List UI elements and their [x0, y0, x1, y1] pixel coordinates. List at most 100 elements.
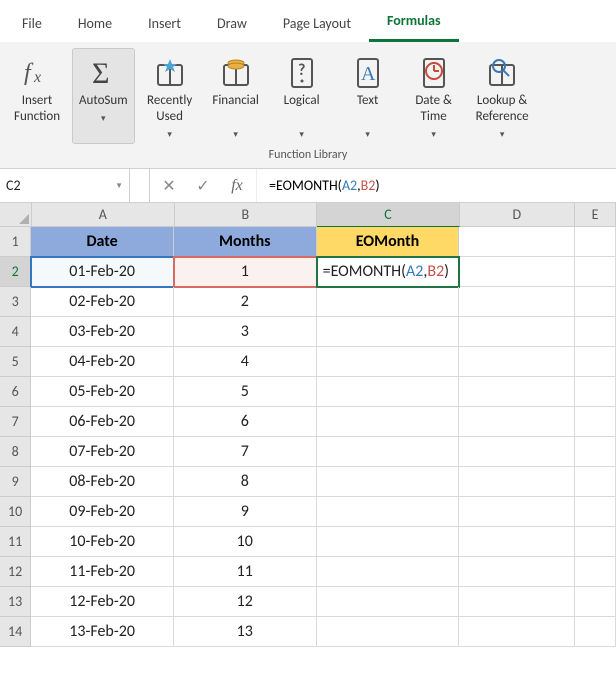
cell[interactable] — [317, 467, 460, 497]
cell[interactable] — [575, 527, 616, 557]
cell[interactable] — [459, 347, 574, 377]
row-header[interactable]: 3 — [0, 287, 31, 317]
cell[interactable] — [317, 317, 460, 347]
cell[interactable] — [575, 587, 616, 617]
cell[interactable]: 11-Feb-20 — [31, 557, 174, 587]
cell[interactable] — [459, 437, 574, 467]
cell[interactable] — [317, 587, 460, 617]
enter-formula-button[interactable]: ✓ — [186, 169, 220, 203]
cell[interactable]: 08-Feb-20 — [31, 467, 174, 497]
col-header-b[interactable]: B — [175, 203, 318, 227]
cell[interactable] — [575, 467, 616, 497]
cell[interactable] — [575, 407, 616, 437]
fx-button[interactable]: fx — [220, 169, 254, 203]
tab-insert[interactable]: Insert — [130, 7, 199, 42]
cell[interactable] — [459, 377, 574, 407]
cell[interactable] — [459, 467, 574, 497]
cell[interactable] — [575, 377, 616, 407]
cell[interactable]: 10-Feb-20 — [31, 527, 174, 557]
name-box[interactable]: C2 ▼ — [0, 169, 130, 202]
tab-home[interactable]: Home — [60, 7, 130, 42]
row-header[interactable]: 5 — [0, 347, 31, 377]
cell[interactable]: 12 — [174, 587, 317, 617]
lookup-reference-button[interactable]: Lookup & Reference ▾ — [469, 48, 536, 144]
cell[interactable] — [459, 227, 574, 257]
cell[interactable]: 10 — [174, 527, 317, 557]
col-header-c[interactable]: C — [317, 203, 460, 227]
cell[interactable] — [317, 347, 460, 377]
row-header[interactable]: 1 — [0, 227, 31, 257]
tab-draw[interactable]: Draw — [199, 7, 265, 42]
date-time-button[interactable]: Date & Time ▾ — [403, 48, 465, 144]
insert-function-button[interactable]: fx Insert Function — [6, 48, 68, 144]
col-header-a[interactable]: A — [32, 203, 175, 227]
cell[interactable]: 3 — [174, 317, 317, 347]
cell[interactable]: 04-Feb-20 — [31, 347, 174, 377]
cell[interactable]: 06-Feb-20 — [31, 407, 174, 437]
row-header[interactable]: 9 — [0, 467, 31, 497]
row-header[interactable]: 6 — [0, 377, 31, 407]
cell[interactable] — [317, 377, 460, 407]
row-header[interactable]: 14 — [0, 617, 31, 647]
cell[interactable] — [575, 437, 616, 467]
tab-file[interactable]: File — [4, 7, 60, 42]
select-all-corner[interactable] — [0, 203, 32, 227]
cell[interactable]: 7 — [174, 437, 317, 467]
cell[interactable] — [317, 527, 460, 557]
cell[interactable]: 01-Feb-20 — [31, 257, 174, 287]
cell[interactable] — [317, 497, 460, 527]
cell[interactable] — [317, 437, 460, 467]
formula-input[interactable]: =EOMONTH(A2,B2) — [256, 169, 616, 202]
cell[interactable] — [317, 287, 460, 317]
cell[interactable]: 07-Feb-20 — [31, 437, 174, 467]
cell[interactable] — [575, 347, 616, 377]
cell[interactable] — [575, 227, 616, 257]
cell[interactable] — [575, 317, 616, 347]
cell[interactable]: 6 — [174, 407, 317, 437]
chevron-down-icon[interactable]: ▼ — [115, 181, 123, 191]
row-header[interactable]: 2 — [0, 257, 31, 287]
row-header[interactable]: 13 — [0, 587, 31, 617]
row-header[interactable]: 4 — [0, 317, 31, 347]
cell[interactable]: Date — [31, 227, 174, 257]
cell[interactable]: 5 — [174, 377, 317, 407]
cell[interactable] — [575, 497, 616, 527]
cell[interactable] — [459, 407, 574, 437]
cell[interactable] — [459, 257, 574, 287]
cell[interactable] — [459, 497, 574, 527]
cell[interactable]: 9 — [174, 497, 317, 527]
cell[interactable]: 8 — [174, 467, 317, 497]
cell[interactable] — [317, 617, 460, 647]
cell[interactable]: 13-Feb-20 — [31, 617, 174, 647]
cell[interactable]: 12-Feb-20 — [31, 587, 174, 617]
cell[interactable]: EOMonth — [317, 227, 460, 257]
cell[interactable] — [575, 617, 616, 647]
cell[interactable]: 13 — [174, 617, 317, 647]
cell[interactable] — [317, 407, 460, 437]
cell[interactable] — [317, 557, 460, 587]
cell[interactable] — [459, 527, 574, 557]
cell[interactable] — [575, 287, 616, 317]
cell[interactable] — [459, 557, 574, 587]
row-header[interactable]: 11 — [0, 527, 31, 557]
col-header-d[interactable]: D — [460, 203, 575, 227]
cancel-formula-button[interactable]: ✕ — [152, 169, 186, 203]
tab-page-layout[interactable]: Page Layout — [265, 7, 369, 42]
cell[interactable]: 02-Feb-20 — [31, 287, 174, 317]
cell[interactable] — [459, 287, 574, 317]
logical-button[interactable]: ? Logical▾ — [271, 48, 333, 144]
text-button[interactable]: A Text▾ — [337, 48, 399, 144]
cell[interactable]: 2 — [174, 287, 317, 317]
autosum-button[interactable]: Σ AutoSum▾ — [72, 48, 135, 144]
cell[interactable]: 11 — [174, 557, 317, 587]
cell[interactable]: =EOMONTH(A2,B2) — [317, 257, 460, 287]
cell[interactable]: 1 — [174, 257, 317, 287]
tab-formulas[interactable]: Formulas — [369, 4, 459, 42]
financial-button[interactable]: Financial▾ — [205, 48, 267, 144]
row-header[interactable]: 8 — [0, 437, 31, 467]
row-header[interactable]: 10 — [0, 497, 31, 527]
row-header[interactable]: 7 — [0, 407, 31, 437]
cell[interactable] — [575, 257, 616, 287]
cell[interactable] — [459, 317, 574, 347]
cell[interactable]: 05-Feb-20 — [31, 377, 174, 407]
